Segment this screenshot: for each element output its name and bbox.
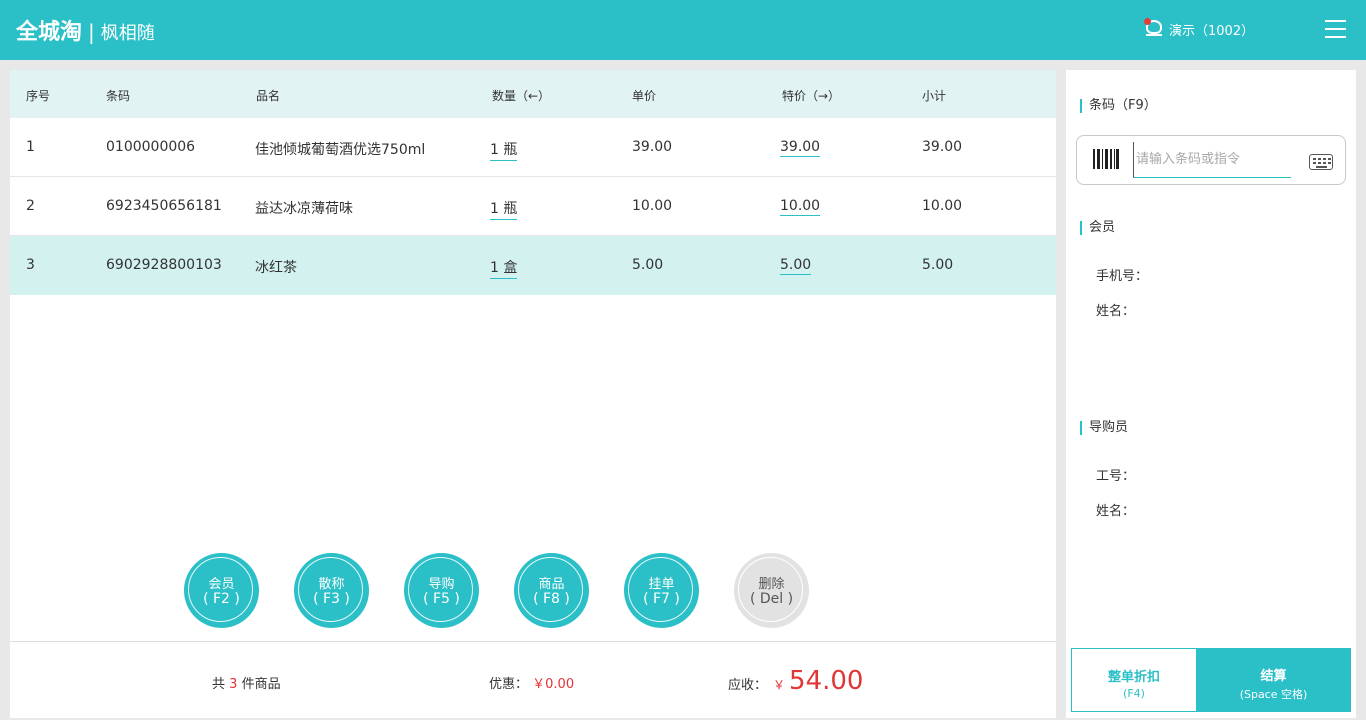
cell-barcode: 6902928800103 xyxy=(106,257,222,273)
col-header-barcode: 条码 xyxy=(106,89,131,103)
cell-name: 佳池倾城葡萄酒优选750ml xyxy=(255,142,426,158)
barcode-section-title: 条码（F9） xyxy=(1080,99,1157,113)
guide-button[interactable]: 导购 ( F5 ) xyxy=(404,553,479,628)
col-header-subtotal: 小计 xyxy=(922,89,947,103)
table-row[interactable]: 2 6923450656181 益达冰凉薄荷味 1 瓶 10.00 10.00 … xyxy=(10,177,1056,236)
item-count-value: 3 xyxy=(229,677,238,692)
col-header-price: 单价 xyxy=(632,89,657,103)
cell-no: 2 xyxy=(26,198,35,214)
product-button-key: ( F8 ) xyxy=(533,591,570,607)
staff-id-label: 工号： xyxy=(1096,469,1136,484)
user-info[interactable]: 演示（1002） xyxy=(1144,18,1254,40)
guide-button-label: 导购 xyxy=(428,577,455,592)
cell-barcode: 0100000006 xyxy=(106,139,196,155)
hold-order-button-label: 挂单 xyxy=(648,577,675,592)
guide-name-label: 姓名： xyxy=(1096,504,1136,519)
item-count-suffix: 件商品 xyxy=(241,677,281,692)
order-discount-key: (F4) xyxy=(1123,687,1145,700)
discount-label: 优惠： xyxy=(489,677,529,692)
member-name-label: 姓名： xyxy=(1096,304,1136,319)
delete-button-label: 删除 xyxy=(758,577,785,592)
cell-price: 10.00 xyxy=(632,198,673,214)
receivable-label: 应收： xyxy=(728,678,768,693)
barcode-scan-box xyxy=(1076,135,1346,185)
cell-qty[interactable]: 1 盒 xyxy=(490,257,518,279)
brand-name: 全城淘 xyxy=(16,20,83,45)
col-header-no: 序号 xyxy=(26,89,51,103)
member-phone-label: 手机号： xyxy=(1096,269,1149,284)
user-label: 演示（1002） xyxy=(1169,23,1255,39)
receivable-summary: 应收： ￥ 54.00 xyxy=(728,666,863,696)
keyboard-icon[interactable] xyxy=(1309,154,1333,170)
cell-qty[interactable]: 1 瓶 xyxy=(490,198,518,220)
cell-no: 3 xyxy=(26,257,35,273)
discount-value: ￥0.00 xyxy=(532,677,575,692)
guide-button-key: ( F5 ) xyxy=(423,591,460,607)
cell-no: 1 xyxy=(26,139,35,155)
store-name: 枫相随 xyxy=(100,23,155,44)
cell-subtotal: 10.00 xyxy=(922,198,963,214)
bulk-weigh-button-key: ( F3 ) xyxy=(313,591,350,607)
checkout-button[interactable]: 结算 (Space 空格) xyxy=(1196,648,1351,712)
cell-subtotal: 39.00 xyxy=(922,139,963,155)
table-row[interactable]: 1 0100000006 佳池倾城葡萄酒优选750ml 1 瓶 39.00 39… xyxy=(10,118,1056,177)
discount-summary: 优惠： ￥0.00 xyxy=(489,673,574,692)
item-count: 共 3 件商品 xyxy=(212,673,281,692)
user-avatar-icon xyxy=(1144,18,1164,40)
hold-order-button[interactable]: 挂单 ( F7 ) xyxy=(624,553,699,628)
checkout-label: 结算 xyxy=(1260,669,1287,684)
cell-name: 冰红茶 xyxy=(255,260,297,276)
brand-separator: | xyxy=(88,20,95,44)
top-bar: 全城淘 | 枫相随 演示（1002） xyxy=(0,0,1366,60)
product-button[interactable]: 商品 ( F8 ) xyxy=(514,553,589,628)
product-button-label: 商品 xyxy=(538,577,565,592)
order-discount-button[interactable]: 整单折扣 (F4) xyxy=(1071,648,1197,712)
member-button[interactable]: 会员 ( F2 ) xyxy=(184,553,259,628)
member-section-title: 会员 xyxy=(1080,221,1115,235)
cell-name: 益达冰凉薄荷味 xyxy=(255,201,353,217)
cell-special[interactable]: 5.00 xyxy=(780,257,812,275)
col-header-name: 品名 xyxy=(256,89,281,103)
bulk-weigh-button-label: 散称 xyxy=(318,577,345,592)
col-header-qty: 数量（←） xyxy=(492,89,551,103)
receivable-amount: 54.00 xyxy=(789,666,864,696)
hamburger-menu-icon[interactable] xyxy=(1325,20,1346,38)
barcode-input[interactable] xyxy=(1133,142,1291,178)
side-panel: 条码（F9） 会员 手机号： 姓名： 导购员 工号： 姓名： 整单折扣 (F4)… xyxy=(1066,70,1356,718)
checkout-key: (Space 空格) xyxy=(1239,688,1308,701)
col-header-special: 特价（→） xyxy=(782,89,841,103)
cell-price: 5.00 xyxy=(632,257,664,273)
hold-order-button-key: ( F7 ) xyxy=(643,591,680,607)
cart-panel: 序号 条码 品名 数量（←） 单价 特价（→） 小计 1 0100000006 … xyxy=(10,70,1056,718)
totals-footer: 共 3 件商品 优惠： ￥0.00 应收： ￥ 54.00 xyxy=(10,641,1056,718)
item-count-prefix: 共 xyxy=(212,677,226,692)
table-header: 序号 条码 品名 数量（←） 单价 特价（→） 小计 xyxy=(10,70,1056,118)
cell-qty[interactable]: 1 瓶 xyxy=(490,139,518,161)
table-row-selected[interactable]: 3 6902928800103 冰红茶 1 盒 5.00 5.00 5.00 xyxy=(10,236,1056,295)
cell-barcode: 6923450656181 xyxy=(106,198,222,214)
cell-special[interactable]: 39.00 xyxy=(780,139,821,157)
brand: 全城淘 | 枫相随 xyxy=(16,14,155,46)
barcode-icon xyxy=(1093,149,1119,169)
cell-subtotal: 5.00 xyxy=(922,257,954,273)
guide-section-title: 导购员 xyxy=(1080,421,1128,435)
order-discount-label: 整单折扣 xyxy=(1107,670,1160,685)
cell-price: 39.00 xyxy=(632,139,673,155)
member-button-label: 会员 xyxy=(208,577,235,592)
member-button-key: ( F2 ) xyxy=(203,591,240,607)
delete-button-key: ( Del ) xyxy=(749,591,794,607)
checkout-actions: 整单折扣 (F4) 结算 (Space 空格) xyxy=(1071,648,1351,712)
bulk-weigh-button[interactable]: 散称 ( F3 ) xyxy=(294,553,369,628)
currency-symbol: ￥ xyxy=(773,678,786,692)
delete-button[interactable]: 删除 ( Del ) xyxy=(734,553,809,628)
cell-special[interactable]: 10.00 xyxy=(780,198,821,216)
